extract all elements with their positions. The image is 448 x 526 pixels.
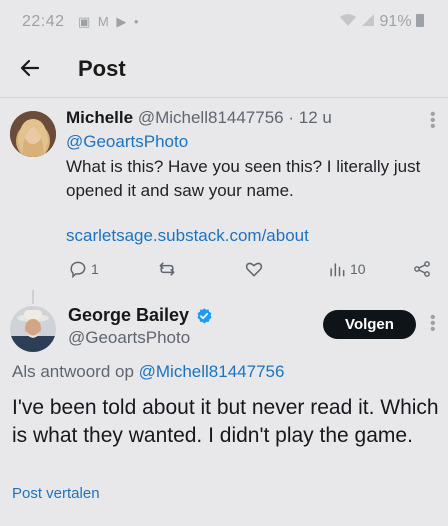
mention-link[interactable]: @GeoartsPhoto bbox=[66, 132, 188, 152]
heart-icon bbox=[245, 262, 263, 277]
reply-target-link[interactable]: @Michell81447756 bbox=[139, 362, 285, 381]
tweet-header: Michelle @Michell81447756 · 12 u bbox=[66, 108, 332, 128]
signal-icon bbox=[362, 14, 375, 26]
status-right: 91% bbox=[339, 13, 424, 31]
more-options-icon[interactable]: • • • bbox=[430, 310, 436, 338]
views-button[interactable]: 10 bbox=[327, 258, 366, 280]
tweet-text: I've been told about it but never read i… bbox=[12, 396, 439, 447]
notification-icons: ▣ M ▶ • bbox=[78, 14, 141, 29]
avatar-george[interactable] bbox=[10, 306, 56, 352]
share-icon bbox=[414, 261, 430, 277]
author-name[interactable]: Michelle bbox=[66, 108, 133, 127]
avatar-photo bbox=[10, 306, 56, 352]
thread-connector bbox=[32, 290, 34, 304]
author-handle[interactable]: @GeoartsPhoto bbox=[68, 328, 190, 348]
views-count: 10 bbox=[350, 261, 366, 277]
back-arrow-icon[interactable] bbox=[18, 56, 42, 80]
author-handle[interactable]: @Michell81447756 bbox=[138, 108, 284, 127]
tweet-text: What is this? Have you seen this? I lite… bbox=[66, 157, 421, 200]
author-name[interactable]: George Bailey bbox=[68, 305, 189, 326]
verified-badge-icon bbox=[197, 307, 212, 323]
translate-post-link[interactable]: Post vertalen bbox=[12, 485, 100, 502]
reply-context: Als antwoord op @Michell81447756 bbox=[12, 362, 284, 382]
tweet-url-link[interactable]: scarletsage.substack.com/about bbox=[66, 226, 309, 246]
more-options-icon[interactable]: • • • bbox=[430, 107, 436, 135]
follow-button[interactable]: Volgen bbox=[323, 310, 416, 339]
avatar-michelle[interactable] bbox=[10, 111, 56, 157]
tweet-time: · 12 u bbox=[288, 108, 332, 127]
status-time: 22:42 bbox=[22, 13, 65, 30]
top-bar: Post bbox=[0, 44, 448, 98]
status-bar: 22:42 ▣ M ▶ • 91% bbox=[0, 0, 448, 44]
tweet-actions: 1 10 bbox=[0, 258, 448, 282]
wifi-icon bbox=[339, 14, 356, 26]
share-button[interactable] bbox=[412, 258, 432, 280]
reply-icon bbox=[70, 261, 86, 279]
reply-prefix: Als antwoord op bbox=[12, 362, 134, 381]
author-name-row: George Bailey bbox=[68, 305, 213, 326]
battery-icon bbox=[416, 14, 424, 27]
page-title: Post bbox=[78, 56, 126, 81]
repost-button[interactable] bbox=[157, 258, 177, 280]
reply-button[interactable]: 1 bbox=[68, 258, 99, 280]
avatar-photo bbox=[10, 111, 56, 157]
reply-count: 1 bbox=[91, 261, 99, 277]
like-button[interactable] bbox=[244, 258, 264, 280]
header-divider bbox=[0, 97, 448, 98]
battery-percent: 91% bbox=[379, 13, 412, 30]
repost-icon bbox=[159, 262, 175, 276]
views-chart-icon bbox=[330, 263, 345, 277]
